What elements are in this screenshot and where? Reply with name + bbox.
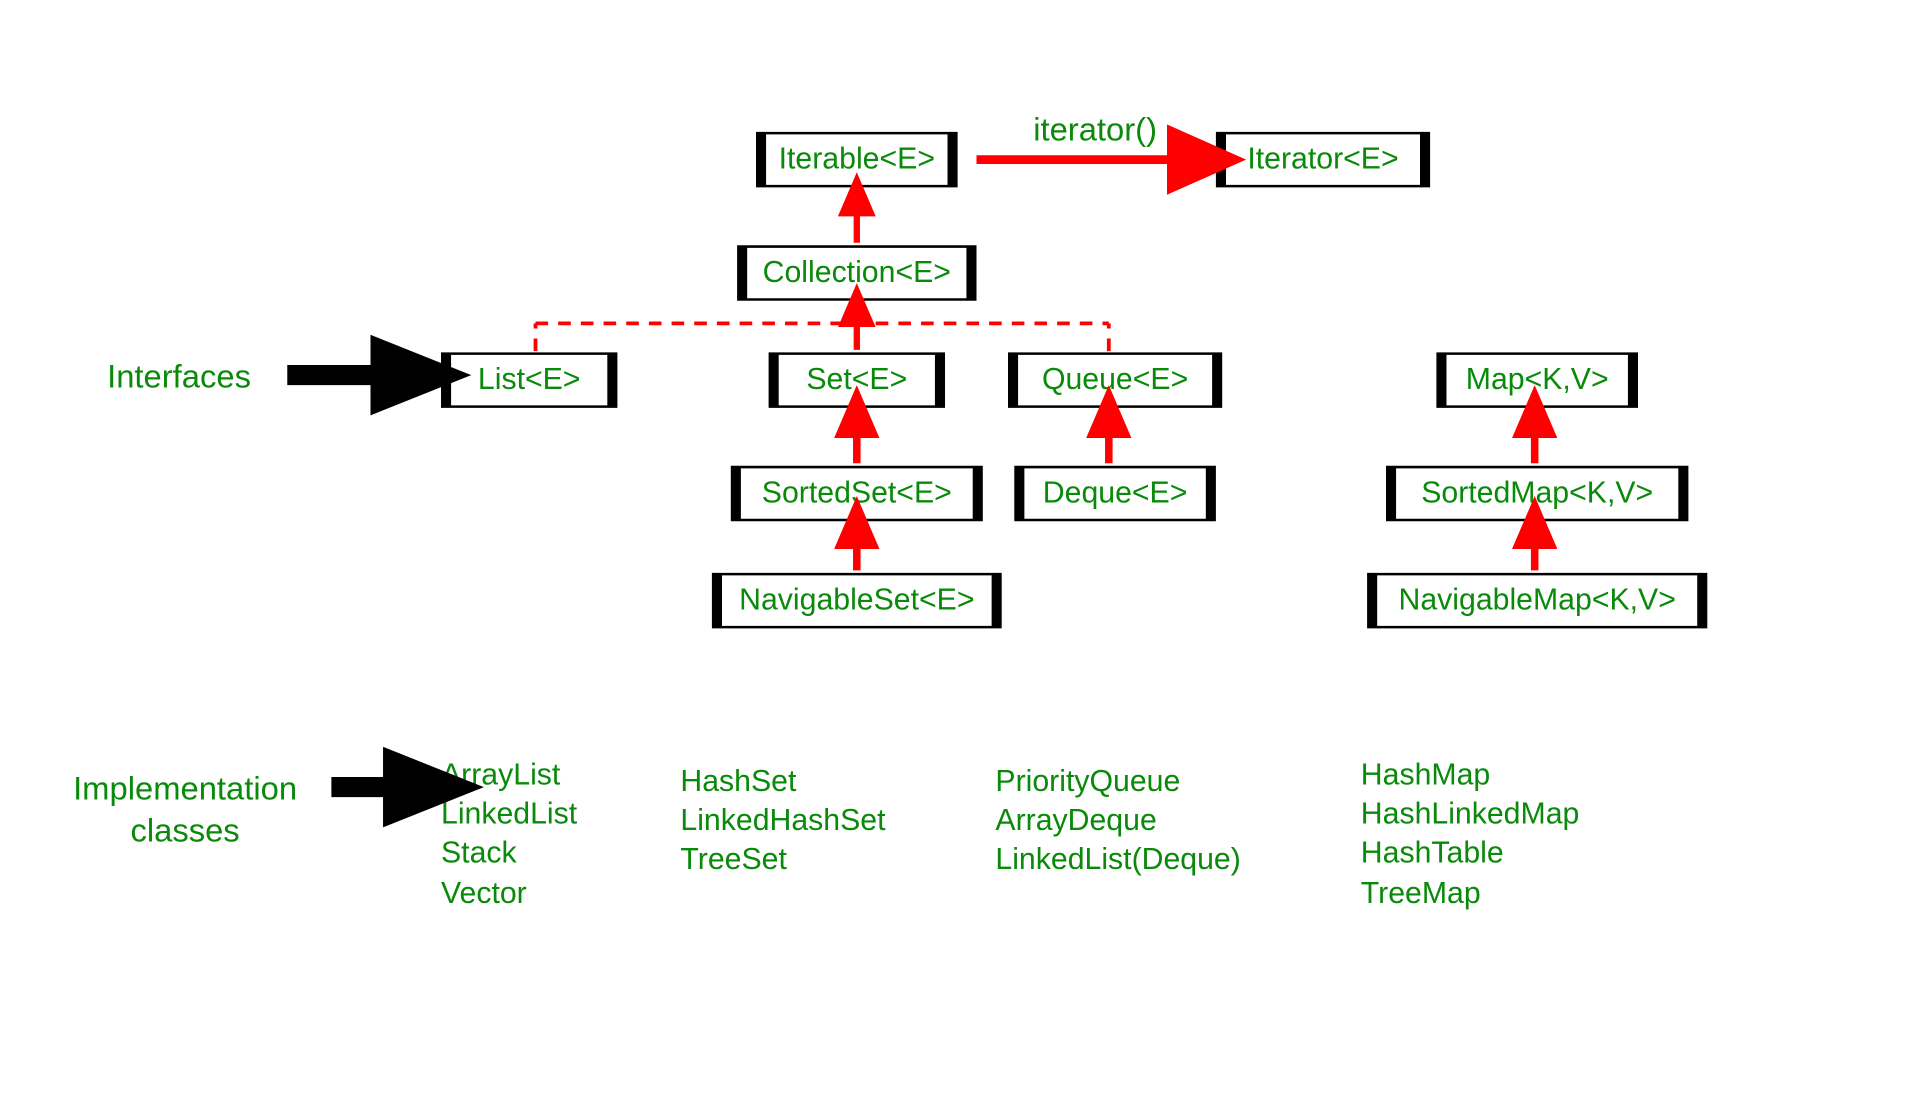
- box-sortedset: SortedSet<E>: [731, 466, 983, 521]
- impl-list-set: HashSet LinkedHashSet TreeSet: [680, 762, 885, 880]
- box-sortedmap: SortedMap<K,V>: [1386, 466, 1688, 521]
- impl-item: HashSet: [680, 762, 885, 801]
- box-collection: Collection<E>: [737, 245, 976, 300]
- box-iterable: Iterable<E>: [756, 132, 958, 187]
- label-implementation-line1: Implementation: [73, 768, 297, 809]
- impl-item: LinkedList: [441, 795, 577, 834]
- box-map: Map<K,V>: [1436, 352, 1638, 407]
- impl-item: TreeMap: [1361, 873, 1580, 912]
- impl-item: HashLinkedMap: [1361, 795, 1580, 834]
- impl-item: LinkedHashSet: [680, 801, 885, 840]
- impl-item: ArrayList: [441, 756, 577, 795]
- impl-item: ArrayDeque: [995, 801, 1240, 840]
- box-deque: Deque<E>: [1014, 466, 1216, 521]
- impl-item: PriorityQueue: [995, 762, 1240, 801]
- box-list: List<E>: [441, 352, 617, 407]
- label-interfaces: Interfaces: [107, 357, 251, 396]
- label-implementation-line2: classes: [73, 809, 297, 850]
- diagram-container: Iterable<E> Iterator<E> iterator() Colle…: [0, 50, 1915, 1108]
- box-navigableset: NavigableSet<E>: [712, 573, 1002, 628]
- impl-item: Vector: [441, 873, 577, 912]
- impl-item: LinkedList(Deque): [995, 840, 1240, 879]
- impl-item: TreeSet: [680, 840, 885, 879]
- impl-list-queue: PriorityQueue ArrayDeque LinkedList(Dequ…: [995, 762, 1240, 880]
- impl-item: HashMap: [1361, 756, 1580, 795]
- impl-list-map: HashMap HashLinkedMap HashTable TreeMap: [1361, 756, 1580, 913]
- impl-item: Stack: [441, 834, 577, 873]
- box-iterator: Iterator<E>: [1216, 132, 1430, 187]
- box-navigablemap: NavigableMap<K,V>: [1367, 573, 1707, 628]
- label-iterator-method: iterator(): [1033, 110, 1157, 149]
- box-set: Set<E>: [769, 352, 945, 407]
- label-implementation: Implementation classes: [73, 768, 297, 850]
- box-queue: Queue<E>: [1008, 352, 1222, 407]
- impl-item: HashTable: [1361, 834, 1580, 873]
- impl-list-list: ArrayList LinkedList Stack Vector: [441, 756, 577, 913]
